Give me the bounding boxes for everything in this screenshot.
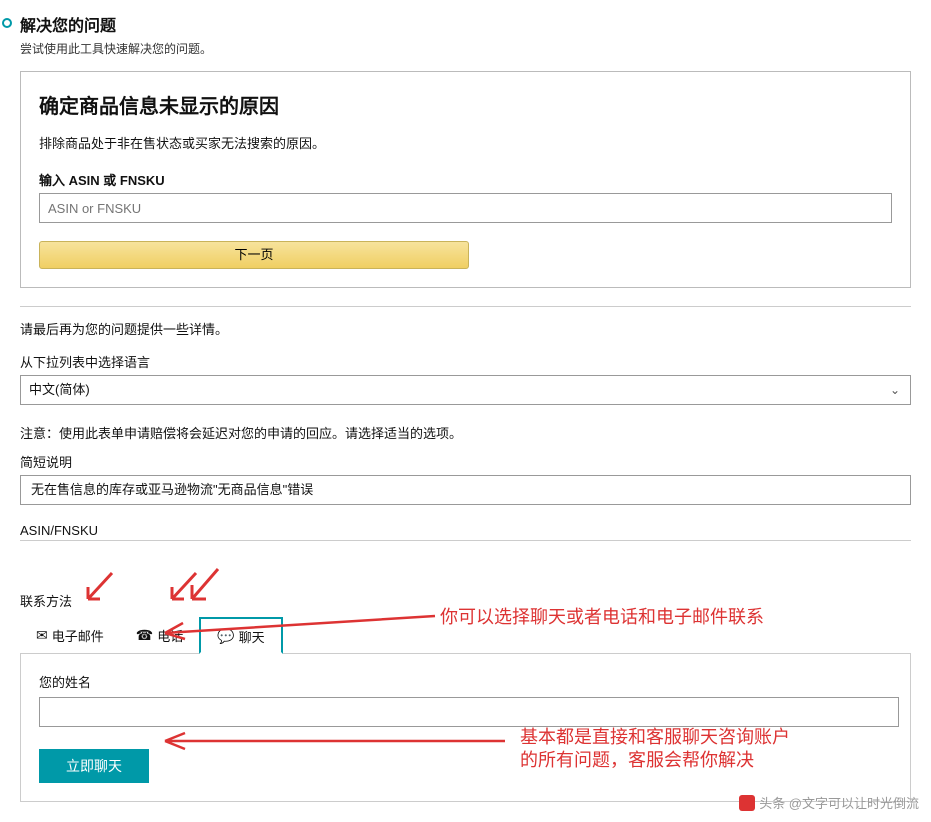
followup-note: 请最后再为您的问题提供一些详情。 (20, 306, 911, 338)
step-radio (2, 18, 12, 28)
page-title: 解决您的问题 (20, 12, 911, 36)
watermark: 头条 @文字可以让时光倒流 (739, 793, 919, 812)
tab-email[interactable]: ✉ 电子邮件 (20, 616, 120, 653)
tab-chat[interactable]: 💬 聊天 (199, 617, 282, 654)
email-icon: ✉ (36, 627, 48, 644)
tab-chat-label: 聊天 (239, 627, 265, 646)
diagnose-card: 确定商品信息未显示的原因 排除商品处于非在售状态或买家无法搜索的原因。 输入 A… (20, 71, 911, 288)
chevron-down-icon: ⌄ (890, 376, 900, 404)
short-desc-value: 无在售信息的库存或亚马逊物流"无商品信息"错误 (20, 475, 911, 505)
language-label: 从下拉列表中选择语言 (20, 352, 911, 371)
card-desc: 排除商品处于非在售状态或买家无法搜索的原因。 (39, 133, 892, 152)
page-subtitle: 尝试使用此工具快速解决您的问题。 (20, 40, 911, 57)
name-field-label: 您的姓名 (39, 672, 892, 691)
notice-text: 注意：使用此表单申请赔偿将会延迟对您的申请的回应。请选择适当的选项。 (20, 423, 911, 442)
asin-fnsku-label: ASIN/FNSKU (20, 523, 911, 541)
watermark-icon (739, 795, 755, 811)
asin-input-label: 输入 ASIN 或 FNSKU (39, 170, 892, 189)
name-input[interactable] (39, 697, 899, 727)
tab-email-label: 电子邮件 (52, 626, 104, 645)
annotation-text: 基本都是直接和客服聊天咨询账户 的所有问题，客服会帮你解决 (520, 726, 790, 773)
short-desc-block: 简短说明 无在售信息的库存或亚马逊物流"无商品信息"错误 (20, 452, 911, 505)
asin-input[interactable] (39, 193, 892, 223)
next-button[interactable]: 下一页 (39, 241, 469, 269)
language-value: 中文(简体) (29, 382, 90, 397)
tab-phone-label: 电话 (157, 626, 183, 645)
phone-icon: ☎ (136, 627, 153, 644)
card-title: 确定商品信息未显示的原因 (39, 90, 892, 119)
language-select[interactable]: 中文(简体) ⌄ (20, 375, 911, 405)
chat-icon: 💬 (217, 628, 234, 645)
start-chat-button[interactable]: 立即聊天 (39, 749, 149, 783)
language-block: 从下拉列表中选择语言 中文(简体) ⌄ (20, 352, 911, 405)
short-desc-label: 简短说明 (20, 452, 911, 471)
annotation-text: 你可以选择聊天或者电话和电子邮件联系 (440, 603, 764, 629)
watermark-text: 头条 @文字可以让时光倒流 (759, 793, 919, 812)
tab-phone[interactable]: ☎ 电话 (120, 616, 199, 653)
